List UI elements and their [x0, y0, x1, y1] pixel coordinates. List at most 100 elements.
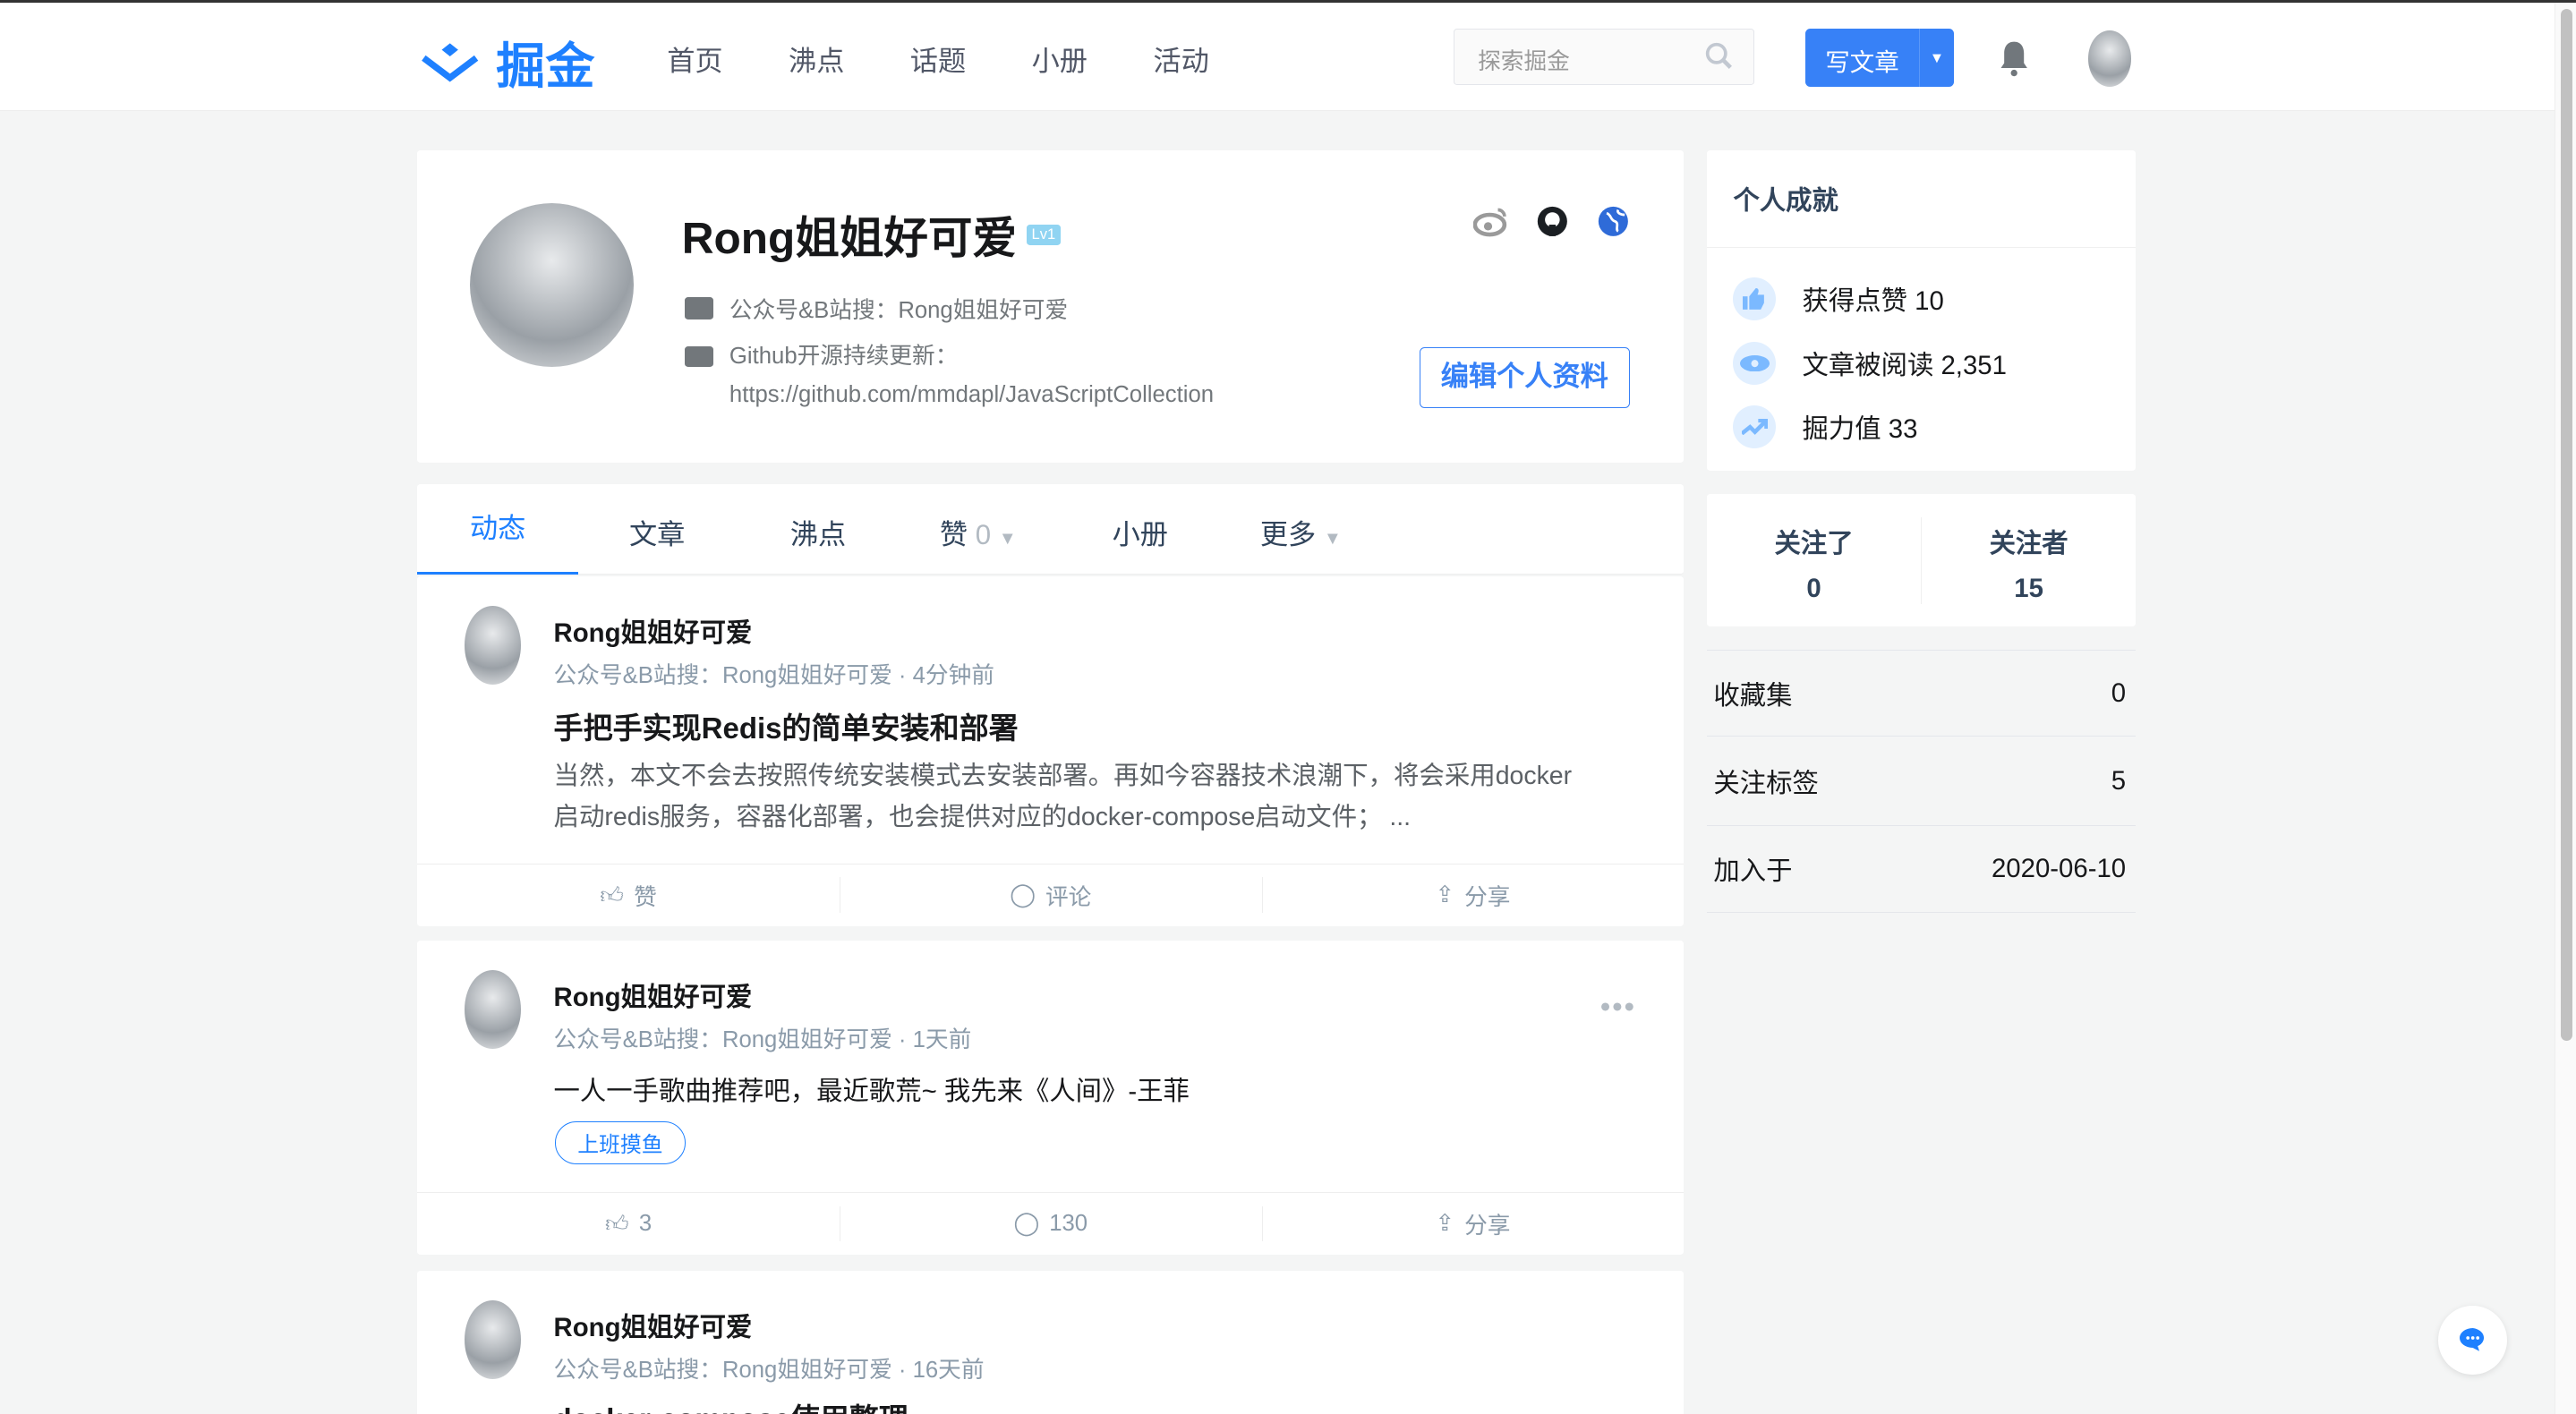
stat-tags[interactable]: 关注标签 5: [1707, 738, 2137, 826]
profile-job: 公众号&B站搜：Rong姐姐好可爱: [729, 298, 1069, 324]
tab-label: 更多: [1259, 519, 1317, 550]
like-count: 3: [638, 1210, 653, 1236]
topic-tag[interactable]: 上班摸鱼: [555, 1120, 686, 1164]
chevron-down-icon: ▼: [1323, 529, 1342, 549]
weibo-icon[interactable]: [1473, 205, 1509, 238]
share-label: 分享: [1464, 884, 1511, 910]
chat-bubble-button[interactable]: [2437, 1305, 2507, 1375]
bell-icon[interactable]: [1996, 38, 2032, 78]
profile-avatar: [469, 202, 635, 368]
likes-count: 0: [975, 519, 992, 550]
profile-bio-line1: Github开源持续更新：: [729, 344, 959, 370]
pin-content: 一人一手歌曲推荐吧，最近歌荒~ 我先来《人间》-王菲: [553, 1077, 1190, 1107]
share-label: 分享: [1464, 1213, 1511, 1239]
comment-count: 130: [1049, 1210, 1088, 1236]
nav-home[interactable]: 首页: [667, 38, 722, 79]
tab-pins[interactable]: 沸点: [790, 512, 846, 552]
profile-name: Rong姐姐好可爱: [681, 212, 1018, 263]
author-name[interactable]: Rong姐姐好可爱: [554, 612, 753, 650]
like-button[interactable]: 👍︎ 3: [417, 1193, 840, 1255]
website-globe-icon[interactable]: [1597, 205, 1630, 238]
thumbs-up-icon: 👍︎: [604, 1211, 629, 1237]
write-label: 写文章: [1825, 48, 1899, 77]
feed-meta: 公众号&B站搜：Rong姐姐好可爱 · 16天前: [553, 1357, 985, 1383]
comment-icon: ◯: [1013, 1211, 1040, 1237]
stat-value: 5: [2111, 766, 2127, 796]
feed-item[interactable]: Rong姐姐好可爱 公众号&B站搜：Rong姐姐好可爱 · 16天前 docke…: [417, 1271, 1685, 1414]
edit-profile-button[interactable]: 编辑个人资料: [1419, 347, 1630, 409]
likes-received: 获得点赞 10: [1802, 286, 1944, 317]
share-button[interactable]: ⇪ 分享: [1261, 1193, 1685, 1255]
stat-collections[interactable]: 收藏集 0: [1707, 650, 2137, 737]
share-icon: ⇪: [1435, 882, 1455, 908]
share-icon: ⇪: [1435, 1211, 1455, 1237]
profile-card: Rong姐姐好可爱 Lv1 公众号&B站搜：Rong姐姐好可爱 Github开源…: [417, 150, 1685, 463]
briefcase-icon: [685, 296, 713, 320]
stat-label: 加入于: [1713, 856, 1793, 886]
tab-articles[interactable]: 文章: [629, 512, 685, 552]
achievements-title: 个人成就: [1707, 150, 2137, 249]
stat-joined: 加入于 2020-06-10: [1707, 826, 2137, 913]
tab-more[interactable]: 更多 ▼: [1260, 512, 1342, 552]
chat-icon: [2459, 1328, 2484, 1351]
github-icon[interactable]: [1536, 205, 1569, 238]
followers-stat[interactable]: 关注者 15: [1922, 494, 2136, 627]
stat-label: 收藏集: [1713, 680, 1793, 711]
search-input[interactable]: 探索掘金: [1454, 29, 1755, 85]
stat-label: 关注标签: [1713, 769, 1819, 799]
user-avatar[interactable]: [2087, 30, 2131, 87]
tabs-bar: 动态 文章 沸点 赞 0 ▼ 小册 更多 ▼: [417, 483, 1685, 575]
search-icon[interactable]: [1704, 41, 1734, 71]
comment-label: 评论: [1045, 884, 1092, 910]
top-nav: 掘金 首页 沸点 话题 小册 活动 探索掘金 写文章 ▼: [0, 3, 2555, 112]
like-label: 赞: [634, 884, 657, 910]
thumbs-up-icon: 👍︎: [600, 882, 625, 908]
trend-up-icon: [1733, 405, 1777, 449]
logo-text: 掘金: [496, 38, 595, 94]
logo-icon: [422, 43, 479, 82]
stat-value: 0: [2111, 677, 2127, 708]
followers-count: 15: [2014, 573, 2043, 603]
comment-icon: ◯: [1010, 882, 1036, 908]
juejin-power: 掘力值 33: [1802, 414, 1918, 445]
followers-label: 关注者: [1989, 529, 2068, 559]
tab-activity[interactable]: 动态: [417, 484, 579, 575]
nav-events[interactable]: 活动: [1153, 38, 1208, 79]
achievements-card: 个人成就 获得点赞 10 文章被阅读 2,351 掘力值 33: [1707, 150, 2137, 472]
author-avatar[interactable]: [465, 1300, 521, 1380]
author-name[interactable]: Rong姐姐好可爱: [554, 1307, 753, 1344]
scrollbar-thumb[interactable]: [2560, 9, 2572, 1042]
article-excerpt[interactable]: 当然，本文不会去按照传统安装模式去安装部署。再如今容器技术浪潮下，将会采用doc…: [554, 756, 1573, 839]
author-name[interactable]: Rong姐姐好可爱: [554, 976, 753, 1014]
write-dropdown-icon[interactable]: ▼: [1918, 29, 1954, 87]
chevron-down-icon: ▼: [998, 529, 1017, 549]
eye-icon: [1733, 341, 1777, 385]
juejin-logo[interactable]: 掘金: [417, 26, 594, 98]
nav-pins[interactable]: 沸点: [789, 38, 844, 79]
feed-meta: 公众号&B站搜：Rong姐姐好可爱 · 1天前: [553, 1027, 972, 1052]
scrollbar[interactable]: [2555, 3, 2576, 1414]
article-title[interactable]: docker-compose使用整理: [554, 1395, 908, 1414]
profile-bio-link[interactable]: https://github.com/mmdapl/JavaScriptColl…: [729, 376, 1214, 413]
more-options-icon[interactable]: •••: [1600, 990, 1636, 1024]
comment-button[interactable]: ◯ 评论: [839, 865, 1262, 926]
tab-books[interactable]: 小册: [1113, 512, 1168, 552]
like-button[interactable]: 👍︎ 赞: [417, 865, 840, 926]
feed-meta: 公众号&B站搜：Rong姐姐好可爱 · 4分钟前: [553, 662, 994, 688]
author-avatar[interactable]: [465, 970, 521, 1050]
share-button[interactable]: ⇪ 分享: [1261, 865, 1685, 926]
nav-books[interactable]: 小册: [1032, 38, 1088, 79]
following-stat[interactable]: 关注了 0: [1707, 494, 1921, 627]
nav-topics[interactable]: 话题: [910, 38, 966, 79]
feed-item[interactable]: Rong姐姐好可爱 公众号&B站搜：Rong姐姐好可爱 · 1天前 ••• 一人…: [417, 941, 1685, 1255]
write-article-button[interactable]: 写文章 ▼: [1805, 29, 1955, 87]
author-avatar[interactable]: [465, 605, 521, 685]
tab-likes[interactable]: 赞 0 ▼: [940, 512, 1017, 552]
thumbs-up-icon: [1733, 277, 1777, 320]
tab-label: 赞: [939, 519, 968, 550]
tab-label: 动态: [469, 512, 526, 544]
follow-card: 关注了 0 关注者 15: [1707, 493, 2137, 627]
comment-button[interactable]: ◯ 130: [839, 1193, 1262, 1255]
feed-item[interactable]: Rong姐姐好可爱 公众号&B站搜：Rong姐姐好可爱 · 4分钟前 手把手实现…: [417, 575, 1685, 926]
article-title[interactable]: 手把手实现Redis的简单安装和部署: [554, 704, 1019, 747]
